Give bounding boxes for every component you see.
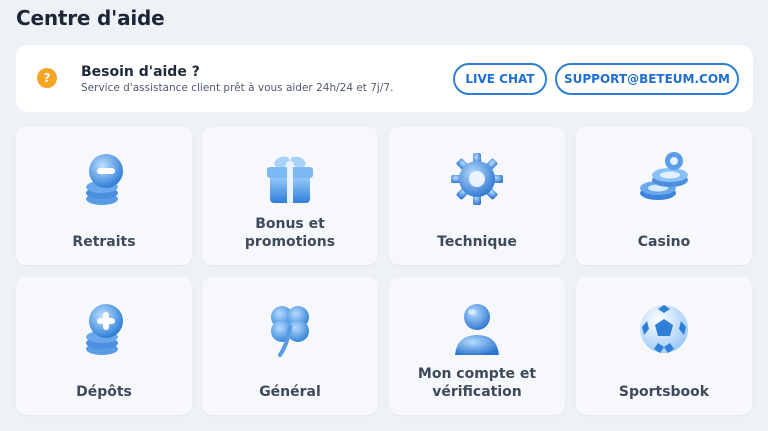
category-label: Mon compte et vérification (417, 366, 537, 400)
category-label: Casino (637, 234, 691, 250)
category-label: Général (259, 384, 321, 400)
coin-minus-icon (86, 154, 123, 205)
category-card-technique[interactable]: Technique (389, 127, 565, 265)
category-card-casino[interactable]: Casino (576, 127, 752, 265)
category-card-depots[interactable]: Dépôts (16, 277, 192, 415)
category-label: Sportsbook (618, 384, 710, 400)
category-card-bonus[interactable]: Bonus et promotions (202, 127, 378, 265)
help-banner: ? Besoin d'aide ? Service d'assistance c… (16, 45, 753, 112)
category-label: Retraits (72, 234, 136, 250)
help-subtitle: Service d'assistance client prêt à vous … (81, 82, 394, 94)
category-card-retraits[interactable]: Retraits (16, 127, 192, 265)
soccer-ball-icon (640, 305, 688, 353)
support-email-button[interactable]: SUPPORT@BETEUM.COM (555, 63, 739, 95)
clover-icon (271, 306, 309, 357)
gear-icon (451, 153, 503, 205)
coin-plus-icon (86, 304, 123, 355)
page-title: Centre d'aide (16, 6, 165, 30)
live-chat-button[interactable]: LIVE CHAT (453, 63, 547, 95)
gift-icon (267, 156, 313, 203)
help-title: Besoin d'aide ? (81, 64, 200, 80)
category-label: Bonus et promotions (244, 216, 336, 250)
user-account-icon (455, 304, 499, 355)
category-card-general[interactable]: Général (202, 277, 378, 415)
category-card-account[interactable]: Mon compte et vérification (389, 277, 565, 415)
category-label: Technique (437, 234, 517, 250)
category-card-sportsbook[interactable]: Sportsbook (576, 277, 752, 415)
casino-chips-icon (640, 152, 688, 200)
category-label: Dépôts (76, 384, 132, 400)
question-icon: ? (37, 68, 57, 88)
